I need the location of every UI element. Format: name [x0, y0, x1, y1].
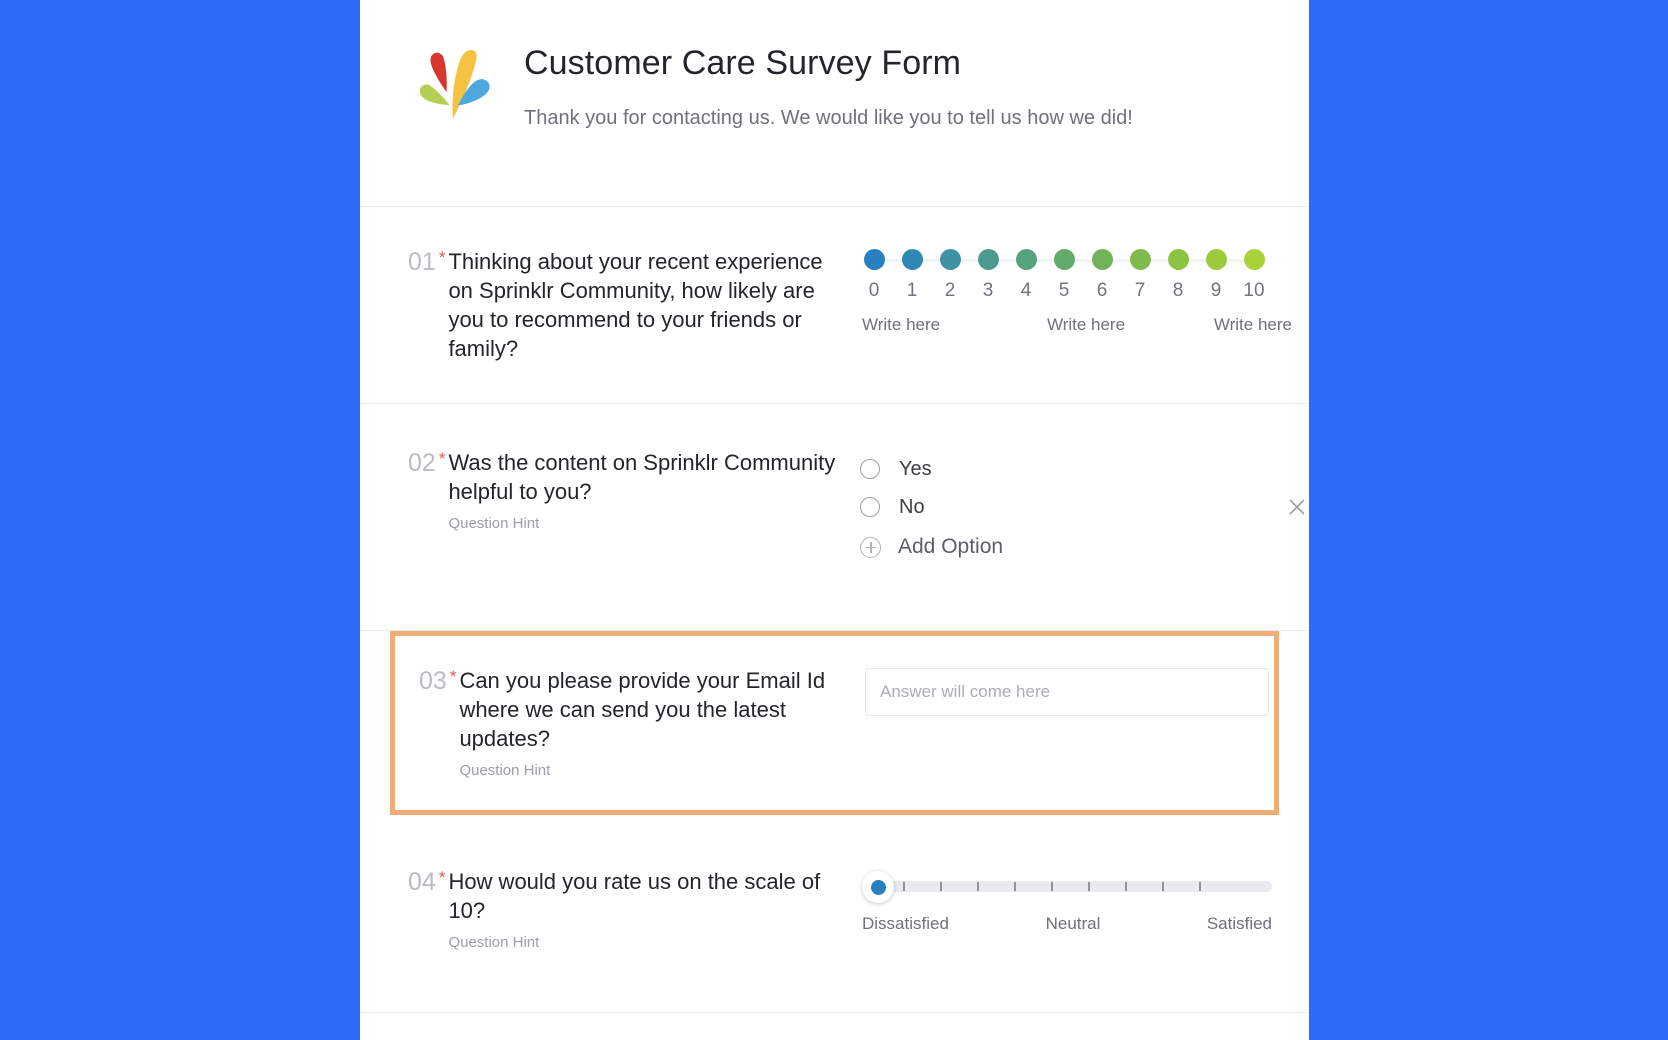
- question-02-required-marker: *: [438, 449, 446, 468]
- nps-label-6: 6: [1096, 280, 1108, 301]
- slider-anchor-labels: Dissatisfied Neutral Satisfied: [862, 914, 1272, 934]
- close-icon[interactable]: [1286, 496, 1308, 518]
- slider-tick-7: [1125, 882, 1127, 891]
- nps-dot-5[interactable]: [1054, 249, 1075, 270]
- nps-label-8: 8: [1172, 280, 1184, 301]
- question-02-number: 02: [408, 449, 436, 477]
- question-02: 02 * Was the content on Sprinklr Communi…: [360, 404, 1309, 631]
- question-02-prompt: 02 * Was the content on Sprinklr Communi…: [400, 448, 845, 533]
- question-02-hint: Question Hint: [448, 515, 540, 532]
- nps-dot-8[interactable]: [1168, 249, 1189, 270]
- question-01-required-marker: *: [438, 248, 446, 267]
- form-header: Customer Care Survey Form Thank you for …: [360, 0, 1309, 207]
- nps-label-0: 0: [868, 280, 880, 301]
- nps-label-9: 9: [1210, 280, 1222, 301]
- question-04-number: 04: [408, 868, 436, 896]
- radio-icon-yes[interactable]: [860, 459, 880, 479]
- question-04-answer: Dissatisfied Neutral Satisfied: [845, 867, 1272, 934]
- radio-option-yes[interactable]: Yes: [860, 450, 1290, 488]
- nps-anchor-labels: Write here Write here Write here: [862, 315, 1292, 335]
- nps-dot-3[interactable]: [978, 249, 999, 270]
- radio-label-no: No: [899, 495, 925, 518]
- slider-handle[interactable]: [862, 871, 894, 903]
- slider-rail: [862, 881, 1272, 892]
- nps-label-7: 7: [1134, 280, 1146, 301]
- slider-label-left: Dissatisfied: [862, 914, 949, 933]
- nps-dot-7[interactable]: [1130, 249, 1151, 270]
- sprinklr-logo-icon: [418, 42, 494, 120]
- rating-slider[interactable]: Dissatisfied Neutral Satisfied: [862, 869, 1272, 934]
- nps-label-1: 1: [906, 280, 918, 301]
- question-03-number: 03: [419, 667, 447, 695]
- nps-anchor-mid[interactable]: Write here: [999, 315, 1154, 335]
- plus-circle-icon[interactable]: [860, 536, 881, 558]
- question-01-answer: 0 1 2 3 4 5 6 7 8 9 10 Write here Write …: [845, 247, 1292, 335]
- question-04-required-marker: *: [438, 868, 446, 887]
- slider-tick-6: [1088, 882, 1090, 891]
- question-02-text: Was the content on Sprinklr Community he…: [448, 450, 836, 504]
- question-03-answer: [850, 666, 1269, 716]
- nps-dot-10[interactable]: [1244, 249, 1265, 270]
- app-root: Customer Care Survey Form Thank you for …: [0, 0, 1668, 1040]
- nps-label-2: 2: [944, 280, 956, 301]
- nps-dot-4[interactable]: [1016, 249, 1037, 270]
- radio-option-no[interactable]: No: [860, 488, 1305, 526]
- add-option-label: Add Option: [898, 535, 1004, 558]
- nps-dot-2[interactable]: [940, 249, 961, 270]
- question-02-answer: Yes No Add Option: [845, 448, 1305, 566]
- slider-label-right: Satisfied: [1206, 914, 1273, 933]
- slider-tick-8: [1162, 882, 1164, 891]
- nps-anchor-left[interactable]: Write here: [862, 315, 999, 335]
- header-text-block: Customer Care Survey Form Thank you for …: [524, 30, 1133, 131]
- nps-anchor-right[interactable]: Write here: [1155, 315, 1292, 335]
- question-01-number: 01: [408, 248, 436, 276]
- question-03-hint: Question Hint: [459, 762, 551, 779]
- nps-label-5: 5: [1058, 280, 1070, 301]
- question-04: 04 * How would you rate us on the scale …: [360, 815, 1309, 1013]
- answer-input[interactable]: [865, 668, 1269, 716]
- nps-dot-0[interactable]: [864, 249, 885, 270]
- slider-tick-5: [1051, 882, 1053, 891]
- slider-tick-2: [940, 882, 942, 891]
- nps-label-4: 4: [1020, 280, 1032, 301]
- nps-label-3: 3: [982, 280, 994, 301]
- question-03-required-marker: *: [449, 667, 457, 686]
- question-03[interactable]: 03 * Can you please provide your Email I…: [390, 631, 1279, 815]
- slider-tick-9: [1199, 882, 1201, 891]
- slider-tick-4: [1014, 882, 1016, 891]
- question-04-hint: Question Hint: [448, 934, 540, 951]
- question-03-text: Can you please provide your Email Id whe…: [459, 668, 826, 751]
- radio-icon-no[interactable]: [860, 497, 880, 517]
- question-01-prompt: 01 * Thinking about your recent experien…: [400, 247, 845, 363]
- page-title: Customer Care Survey Form: [524, 44, 962, 82]
- radio-label-yes: Yes: [899, 457, 932, 480]
- nps-scale-labels: 0 1 2 3 4 5 6 7 8 9 10: [864, 280, 1265, 306]
- slider-track[interactable]: [862, 869, 1272, 903]
- form-subtitle: Thank you for contacting us. We would li…: [524, 107, 1133, 130]
- nps-dot-6[interactable]: [1092, 249, 1113, 270]
- slider-label-mid: Neutral: [1045, 914, 1101, 933]
- question-01: 01 * Thinking about your recent experien…: [360, 207, 1309, 404]
- question-03-prompt: 03 * Can you please provide your Email I…: [405, 666, 850, 780]
- question-04-prompt: 04 * How would you rate us on the scale …: [400, 867, 845, 952]
- nps-label-10: 10: [1243, 280, 1265, 301]
- slider-tick-3: [977, 882, 979, 891]
- add-option-button[interactable]: Add Option: [860, 528, 1290, 566]
- slider-tick-1: [903, 882, 905, 891]
- question-01-text: Thinking about your recent experience on…: [448, 249, 823, 361]
- nps-dot-1[interactable]: [902, 249, 923, 270]
- nps-scale[interactable]: [864, 249, 1265, 271]
- survey-form-sheet: Customer Care Survey Form Thank you for …: [360, 0, 1309, 1040]
- nps-dot-9[interactable]: [1206, 249, 1227, 270]
- question-04-text: How would you rate us on the scale of 10…: [448, 869, 821, 923]
